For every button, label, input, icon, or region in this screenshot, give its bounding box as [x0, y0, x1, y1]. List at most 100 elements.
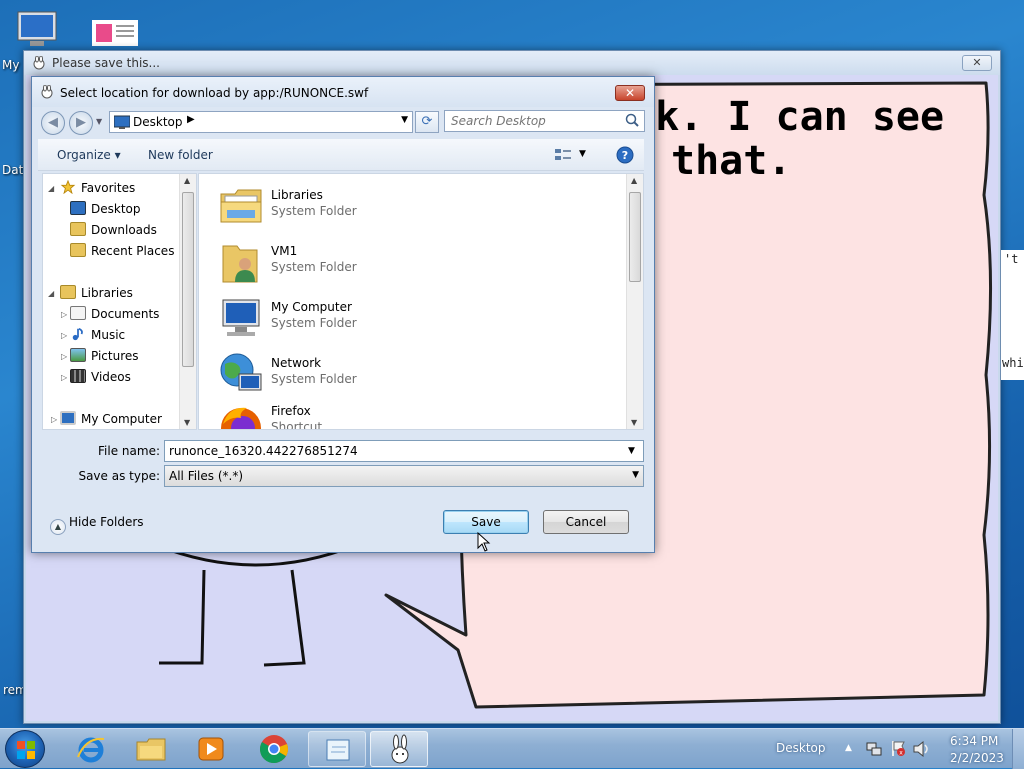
file-name: Network [271, 356, 322, 370]
my-computer-desktop-icon[interactable] [14, 10, 62, 52]
navigation-scroll-thumb[interactable] [182, 192, 194, 367]
nav-label-desktop: Desktop [91, 202, 141, 216]
documents-expander-icon[interactable]: ▷ [61, 310, 67, 319]
breadcrumb-arrow-icon[interactable]: ▶ [187, 114, 195, 125]
address-dropdown-icon[interactable]: ▼ [401, 115, 408, 125]
toolbar-chevron-icon[interactable]: ▲ [845, 743, 852, 753]
scroll-down-arrow-icon[interactable]: ▼ [184, 418, 190, 427]
navigation-pane-scrollbar[interactable]: ▲ ▼ [179, 174, 196, 429]
taskbar-media-player[interactable] [182, 731, 240, 767]
windows-logo-icon [17, 741, 35, 759]
flash-close-button[interactable]: ✕ [962, 55, 992, 71]
clock-time[interactable]: 6:34 PM [950, 734, 998, 748]
taskbar-flash-app[interactable] [370, 731, 428, 767]
search-input[interactable] [451, 113, 621, 129]
nav-label-music: Music [91, 328, 126, 342]
nav-item-documents[interactable]: Documents [70, 306, 159, 326]
recent-locations-chevron-icon[interactable]: ▼ [96, 117, 102, 126]
taskbar-internet-explorer[interactable] [62, 731, 120, 767]
dialog-app-icon [41, 85, 53, 99]
nav-item-libraries[interactable]: Libraries [60, 285, 133, 305]
folder-icon [136, 738, 166, 761]
dialog-titlebar[interactable]: Select location for download by app:/RUN… [32, 77, 654, 107]
network-icon [220, 353, 262, 391]
file-type: System Folder [271, 316, 357, 330]
dialog-close-button[interactable]: ✕ [615, 85, 645, 101]
nav-item-music[interactable]: Music [70, 327, 125, 347]
taskbar-chrome[interactable] [245, 731, 303, 767]
network-tray-icon[interactable] [866, 741, 882, 757]
clock-date[interactable]: 2/2/2023 [950, 751, 1004, 765]
search-box[interactable] [444, 110, 645, 132]
view-options-icon[interactable] [554, 147, 572, 163]
file-list-view[interactable]: Libraries System Folder VM1 System Folde… [198, 173, 644, 430]
flash-window-titlebar[interactable]: Please save this... ✕ [24, 51, 1000, 75]
desktop-location-icon [114, 115, 130, 129]
flash-app-icon [33, 56, 45, 70]
volume-icon[interactable] [913, 741, 931, 757]
documents-icon [70, 306, 86, 320]
refresh-button[interactable]: ⟳ [415, 111, 439, 133]
favorites-expander-icon[interactable]: ◢ [48, 184, 54, 193]
start-button[interactable] [5, 730, 45, 768]
address-current-location[interactable]: Desktop [133, 115, 183, 129]
file-type: Shortcut [271, 420, 323, 430]
organize-menu[interactable]: Organize ▾ [57, 148, 121, 162]
taskbar-file-explorer[interactable] [122, 731, 180, 767]
view-options-dropdown-icon[interactable]: ▼ [579, 149, 586, 159]
recent-places-icon [70, 243, 86, 257]
flash-window-title: Please save this... [52, 56, 160, 70]
user-folder-icon [222, 245, 258, 283]
help-icon[interactable]: ? [616, 146, 634, 164]
desktop-icon-label-my: My [2, 58, 20, 72]
save-as-type-select[interactable]: All Files (*.*) ▼ [164, 465, 644, 487]
scroll-up-arrow-icon[interactable]: ▲ [184, 176, 190, 185]
notepad-icon [326, 739, 350, 761]
file-name-dropdown-icon[interactable]: ▼ [628, 446, 635, 456]
nav-item-my-computer[interactable]: My Computer [60, 411, 162, 429]
file-name: Firefox [271, 404, 311, 418]
flash-game-desktop-icon[interactable] [92, 20, 138, 46]
nav-item-videos[interactable]: Videos [70, 369, 131, 389]
music-note-icon [72, 327, 83, 341]
pictures-expander-icon[interactable]: ▷ [61, 352, 67, 361]
svg-text:?: ? [622, 149, 628, 162]
address-bar[interactable]: Desktop ▶ ▼ [109, 111, 413, 133]
file-name-label: File name: [98, 444, 160, 458]
desktop-toolbar-label[interactable]: Desktop [776, 741, 826, 755]
back-button[interactable]: ◀ [41, 111, 65, 135]
search-icon[interactable] [624, 112, 640, 128]
scroll-up-arrow-icon[interactable]: ▲ [631, 176, 637, 185]
list-item[interactable]: Libraries System Folder [217, 182, 597, 234]
list-item[interactable]: My Computer System Folder [217, 294, 597, 346]
save-file-dialog: Select location for download by app:/RUN… [31, 76, 655, 553]
nav-item-downloads[interactable]: Downloads [70, 222, 157, 242]
forward-button[interactable]: ▶ [69, 111, 93, 135]
hide-folders-button[interactable]: ▲ Hide Folders [50, 515, 144, 535]
file-list-scroll-thumb[interactable] [629, 192, 641, 282]
star-icon [60, 180, 76, 194]
nav-item-pictures[interactable]: Pictures [70, 348, 139, 368]
file-name: My Computer [271, 300, 352, 314]
nav-item-recent-places[interactable]: Recent Places [70, 243, 174, 263]
list-item[interactable]: VM1 System Folder [217, 238, 597, 290]
my-computer-expander-icon[interactable]: ▷ [51, 415, 57, 424]
cancel-button[interactable]: Cancel [543, 510, 629, 534]
file-name-input[interactable] [164, 440, 644, 462]
navigation-pane[interactable]: ◢ Favorites Desktop Downloads Recent Pla… [42, 173, 197, 430]
new-folder-button[interactable]: New folder [148, 148, 213, 162]
taskbar-notepad[interactable] [308, 731, 366, 767]
videos-expander-icon[interactable]: ▷ [61, 373, 67, 382]
list-item[interactable]: Firefox Shortcut [217, 398, 597, 430]
nav-item-desktop[interactable]: Desktop [70, 201, 141, 221]
save-button[interactable]: Save [443, 510, 529, 534]
music-expander-icon[interactable]: ▷ [61, 331, 67, 340]
list-item[interactable]: Network System Folder [217, 350, 597, 402]
action-center-flag-icon[interactable]: x [890, 740, 906, 757]
dialog-command-bar: Organize ▾ New folder ▼ ? [38, 139, 644, 171]
file-list-scrollbar[interactable]: ▲ ▼ [626, 174, 643, 429]
scroll-down-arrow-icon[interactable]: ▼ [631, 418, 637, 427]
libraries-expander-icon[interactable]: ◢ [48, 289, 54, 298]
show-desktop-button[interactable] [1012, 729, 1024, 769]
nav-item-favorites[interactable]: Favorites [60, 180, 135, 200]
